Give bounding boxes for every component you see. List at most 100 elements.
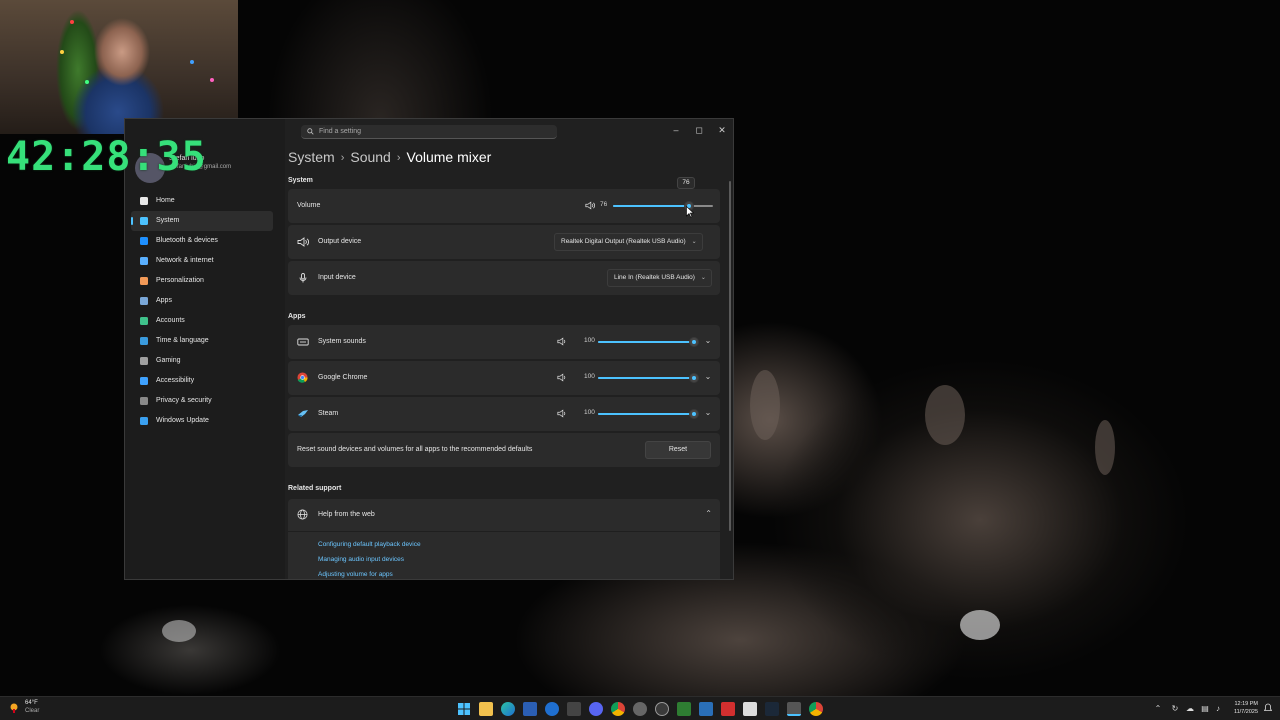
chevron-up-icon[interactable]: ⌃ (1153, 704, 1163, 714)
output-device-label: Output device (318, 238, 362, 245)
sidebar-item-label: Privacy & security (156, 397, 212, 404)
help-link[interactable]: Adjusting volume for apps (318, 571, 393, 578)
bell-icon[interactable] (1264, 703, 1272, 713)
sidebar-item-home[interactable]: Home (131, 191, 273, 211)
speaker-icon[interactable] (585, 201, 595, 210)
input-device-dropdown[interactable]: Line In (Realtek USB Audio) ⌄ (607, 269, 712, 287)
reset-card: Reset sound devices and volumes for all … (288, 433, 720, 467)
reset-button[interactable]: Reset (645, 441, 711, 459)
sync-icon[interactable]: ↻ (1170, 704, 1180, 714)
slider-thumb[interactable] (689, 337, 699, 347)
section-title-apps: Apps (288, 313, 306, 320)
file-explorer-icon[interactable] (479, 702, 493, 716)
sidebar-item-system[interactable]: System (131, 211, 273, 231)
globe-clock-icon (140, 337, 148, 345)
sidebar-item-windows-update[interactable]: Windows Update (131, 411, 273, 431)
app-icon[interactable] (567, 702, 581, 716)
help-link[interactable]: Configuring default playback device (318, 541, 421, 548)
wifi-icon (140, 257, 148, 265)
sidebar-item-bluetooth-devices[interactable]: Bluetooth & devices (131, 231, 273, 251)
help-header[interactable]: Help from the web (318, 499, 375, 531)
volume-card: Volume 76 (288, 189, 720, 223)
title-bar[interactable]: Find a setting – ◻ ✕ (125, 119, 733, 145)
update-icon (140, 417, 148, 425)
app-volume-value: 100 (584, 373, 595, 380)
input-device-value: Line In (Realtek USB Audio) (614, 274, 695, 281)
clock-time: 12:19 PM (1234, 701, 1258, 707)
scrollbar[interactable] (729, 181, 731, 531)
app-volume-slider[interactable] (598, 373, 699, 383)
app-volume-slider[interactable] (598, 409, 699, 419)
search-input[interactable]: Find a setting (301, 125, 557, 139)
settings-window: Find a setting – ◻ ✕ Stefan lubo stefanl… (124, 118, 734, 580)
cloud-icon[interactable]: ☁ (1185, 704, 1195, 714)
discord-icon[interactable] (589, 702, 603, 716)
app-icon[interactable] (655, 702, 669, 716)
master-volume-slider[interactable] (613, 201, 713, 211)
chevron-right-icon: › (340, 152, 345, 164)
chevron-down-icon[interactable]: ⌄ (703, 336, 713, 345)
crowd-cap (960, 610, 1000, 640)
chevron-down-icon[interactable]: ⌄ (703, 408, 713, 417)
sidebar-item-label: Windows Update (156, 417, 209, 424)
sidebar-item-label: Gaming (156, 357, 181, 364)
input-device-card: Input device Line In (Realtek USB Audio)… (288, 261, 720, 295)
sidebar-item-accounts[interactable]: Accounts (131, 311, 273, 331)
help-link[interactable]: Managing audio input devices (318, 556, 404, 563)
network-icon[interactable]: ▤ (1200, 704, 1210, 714)
crowd-cap (162, 620, 196, 642)
chrome-icon[interactable] (809, 702, 823, 716)
app-icon[interactable] (677, 702, 691, 716)
sidebar-item-gaming[interactable]: Gaming (131, 351, 273, 371)
minimize-button[interactable]: – (669, 123, 683, 137)
app-volume-slider[interactable] (598, 337, 699, 347)
app-icon[interactable] (545, 702, 559, 716)
start-icon[interactable] (457, 702, 471, 716)
sidebar-item-network-internet[interactable]: Network & internet (131, 251, 273, 271)
steam-icon (298, 410, 308, 417)
steam-icon[interactable] (765, 702, 779, 716)
sidebar-item-apps[interactable]: Apps (131, 291, 273, 311)
breadcrumb-sound[interactable]: Sound (350, 149, 390, 165)
gamepad-icon (140, 357, 148, 365)
store-icon[interactable] (523, 702, 537, 716)
maximize-button[interactable]: ◻ (692, 123, 706, 137)
weather-icon (10, 703, 18, 713)
sidebar-nav: Home System Bluetooth & devices Network & i… (131, 191, 273, 431)
slider-thumb[interactable] (689, 373, 699, 383)
notepad-icon[interactable] (743, 702, 757, 716)
crowd-hand (1095, 420, 1115, 475)
chevron-down-icon[interactable]: ⌄ (703, 372, 713, 381)
slider-fill (613, 205, 689, 207)
volume-tooltip: 76 (677, 177, 695, 189)
settings-icon[interactable] (787, 702, 801, 716)
sidebar-item-label: Home (156, 197, 175, 204)
sidebar-item-label: Accounts (156, 317, 185, 324)
decor-light (85, 80, 89, 84)
speaker-icon[interactable] (557, 337, 567, 346)
speaker-icon[interactable] (557, 373, 567, 382)
chevron-up-icon[interactable]: ⌃ (705, 509, 712, 518)
speaker-icon[interactable] (557, 409, 567, 418)
slider-fill (598, 341, 694, 343)
sidebar-item-accessibility[interactable]: Accessibility (131, 371, 273, 391)
slider-thumb[interactable] (689, 409, 699, 419)
app-volume-value: 100 (584, 337, 595, 344)
app-icon[interactable] (699, 702, 713, 716)
clock[interactable]: 12:19 PM 11/7/2025 (1228, 700, 1258, 716)
sidebar-item-privacy-security[interactable]: Privacy & security (131, 391, 273, 411)
mouse-cursor-icon (686, 206, 694, 218)
app-icon[interactable] (721, 702, 735, 716)
sidebar-item-label: Network & internet (156, 257, 214, 264)
edge-icon[interactable] (501, 702, 515, 716)
app-name: System sounds (318, 338, 366, 345)
close-button[interactable]: ✕ (715, 123, 729, 137)
volume-icon[interactable]: ♪ (1213, 704, 1223, 714)
sidebar-item-personalization[interactable]: Personalization (131, 271, 273, 291)
sidebar-item-time-language[interactable]: Time & language (131, 331, 273, 351)
output-device-dropdown[interactable]: Realtek Digital Output (Realtek USB Audi… (554, 233, 703, 251)
output-device-card: Output device Realtek Digital Output (Re… (288, 225, 720, 259)
chrome-icon[interactable] (611, 702, 625, 716)
breadcrumb-system[interactable]: System (288, 149, 335, 165)
obs-icon[interactable] (633, 702, 647, 716)
